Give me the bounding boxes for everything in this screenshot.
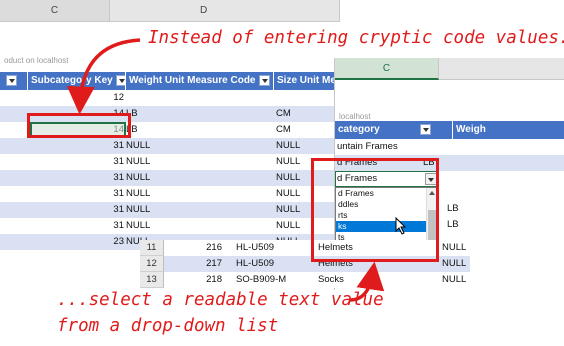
weight-unit-cell[interactable]: NULL	[126, 138, 150, 154]
subcategory-key-cell[interactable]: 12	[28, 90, 124, 106]
table-header-subcategory-key[interactable]: Subcategory Key	[28, 72, 126, 90]
size-unit-cell[interactable]: CM	[276, 122, 291, 138]
table-row[interactable]: 31 NULL NULL	[0, 138, 340, 154]
table-row[interactable]: untain Frames	[335, 139, 564, 155]
code-cell[interactable]: SO-B909-M	[236, 272, 286, 288]
side-values: LB LB	[447, 187, 487, 230]
table-row[interactable]: 13 218 SO-B909-M Socks NULL	[140, 272, 470, 288]
row-number[interactable]: 11	[140, 240, 164, 256]
header-label: category	[338, 124, 380, 135]
filter-dropdown-icon[interactable]	[419, 123, 431, 135]
callout-top: Instead of entering cryptic code values.…	[148, 28, 564, 48]
table-row[interactable]: 31 NULL NULL	[0, 154, 340, 170]
column-header-c[interactable]: C	[0, 0, 110, 22]
id-cell[interactable]: 218	[166, 272, 222, 288]
filter-dropdown-icon[interactable]	[115, 74, 125, 86]
table-row[interactable]: 31 NULL NULL	[0, 218, 340, 234]
size-unit-cell[interactable]: NULL	[276, 138, 300, 154]
header-label: Weight Unit Measure Code	[129, 75, 256, 86]
table-header-weight-unit[interactable]: Weight Unit Measure Code	[126, 72, 274, 90]
subcategory-key-cell[interactable]: 31	[28, 154, 124, 170]
connection-label: localhost	[339, 112, 371, 121]
table-row[interactable]: 12	[0, 90, 340, 106]
subcategory-key-cell[interactable]: 31	[28, 170, 124, 186]
table-row[interactable]: 31 NULL NULL	[0, 170, 340, 186]
column-header-c[interactable]: C	[335, 58, 439, 80]
column-header-next[interactable]	[439, 58, 564, 80]
header-label: Subcategory Key	[31, 75, 113, 86]
subcategory-key-cell[interactable]: 31	[28, 218, 124, 234]
size-unit-cell[interactable]: NULL	[276, 170, 300, 186]
table-header-weight[interactable]: Weigh	[453, 121, 564, 139]
weight-unit-cell[interactable]: NULL	[126, 202, 150, 218]
weight-cell[interactable]: LB	[447, 201, 459, 217]
weight-unit-cell[interactable]: NULL	[126, 218, 150, 234]
callout-bottom-line1: ...select a readable text value	[57, 290, 384, 310]
highlight-dropdown	[311, 158, 439, 262]
size-unit-cell[interactable]: CM	[276, 106, 291, 122]
table-row[interactable]: 31 NULL NULL	[0, 186, 340, 202]
subcategory-key-cell[interactable]: 31	[28, 186, 124, 202]
weight-unit-cell[interactable]: NULL	[126, 186, 150, 202]
code-cell[interactable]: HL-U509	[236, 256, 274, 272]
weight-cell[interactable]: LB	[447, 217, 459, 233]
table-header-category[interactable]: category	[335, 121, 453, 139]
weight-cell[interactable]: NULL	[442, 256, 466, 272]
header-label: Size Unit Me	[277, 75, 336, 86]
code-cell[interactable]: HL-U509	[236, 240, 274, 256]
column-header-d[interactable]: D	[110, 0, 340, 22]
filter-dropdown-icon[interactable]	[6, 74, 17, 86]
subcategory-key-cell[interactable]: 31	[28, 202, 124, 218]
row-number[interactable]: 13	[140, 272, 164, 288]
subcategory-key-cell[interactable]: 23	[28, 234, 124, 250]
filter-dropdown-icon[interactable]	[258, 74, 270, 86]
id-cell[interactable]: 217	[166, 256, 222, 272]
header-label: Weigh	[456, 124, 486, 135]
size-unit-cell[interactable]: NULL	[276, 202, 300, 218]
weight-unit-cell[interactable]: NULL	[126, 154, 150, 170]
id-cell[interactable]: 216	[166, 240, 222, 256]
weight-cell[interactable]: NULL	[442, 240, 466, 256]
connection-label: oduct on localhost	[4, 56, 69, 65]
size-unit-cell[interactable]: NULL	[276, 218, 300, 234]
table-row[interactable]: 31 NULL NULL	[0, 202, 340, 218]
table-header-prev-col[interactable]	[0, 72, 28, 90]
highlight-code-cell	[27, 113, 131, 138]
weight-unit-cell[interactable]: NULL	[126, 170, 150, 186]
table-header-size-unit[interactable]: Size Unit Me	[274, 72, 340, 90]
row-number[interactable]: 12	[140, 256, 164, 272]
size-unit-cell[interactable]: NULL	[276, 154, 300, 170]
subcategory-key-cell[interactable]: 31	[28, 138, 124, 154]
size-unit-cell[interactable]: NULL	[276, 186, 300, 202]
category-cell[interactable]: untain Frames	[337, 139, 398, 155]
weight-cell[interactable]: NULL	[442, 272, 466, 288]
category-cell[interactable]: Socks	[318, 272, 344, 288]
callout-bottom-line2: from a drop-down list	[57, 316, 279, 336]
